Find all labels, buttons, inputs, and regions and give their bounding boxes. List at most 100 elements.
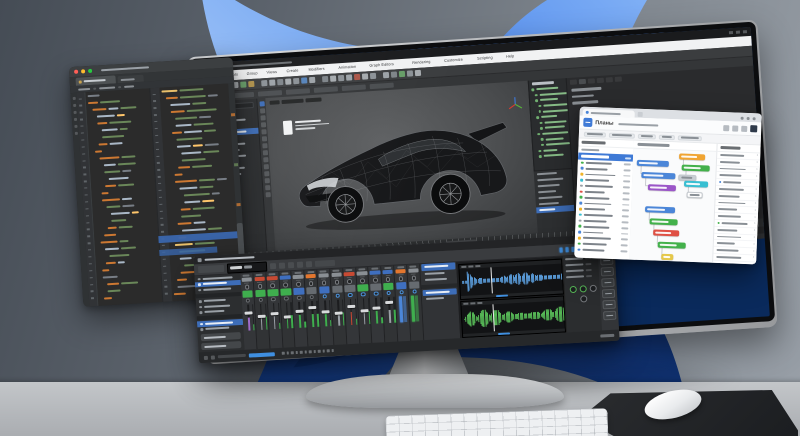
- fader-zone[interactable]: [319, 299, 332, 328]
- pan-knob[interactable]: [360, 278, 365, 284]
- fader-zone[interactable]: [383, 296, 396, 325]
- fader-zone[interactable]: [370, 297, 384, 326]
- tool-strip-icon[interactable]: [264, 178, 270, 184]
- flow-node-green[interactable]: [681, 164, 710, 172]
- gutter-icon[interactable]: [73, 124, 78, 129]
- command-tab[interactable]: [614, 76, 622, 82]
- track-pad[interactable]: [344, 284, 356, 293]
- filter-chip[interactable]: [608, 132, 635, 139]
- monitor-knob[interactable]: [569, 285, 577, 294]
- stop-button[interactable]: [278, 262, 286, 269]
- gutter-icon[interactable]: [74, 131, 78, 136]
- viewport-3d[interactable]: [265, 80, 538, 251]
- toolbar-icon[interactable]: [337, 74, 345, 82]
- viewport-label-chip[interactable]: [269, 100, 280, 105]
- flow-node-blue[interactable]: [636, 159, 669, 168]
- viewport-label-chip[interactable]: [281, 98, 304, 105]
- track-pad[interactable]: [408, 280, 420, 289]
- refresh-icon[interactable]: [741, 125, 748, 132]
- window-control-button[interactable]: [742, 30, 748, 34]
- window-control-button[interactable]: [728, 31, 734, 35]
- tool-strip-icon[interactable]: [259, 101, 265, 107]
- waveform[interactable]: [461, 301, 567, 333]
- wave-scroll-thumb[interactable]: [495, 294, 508, 297]
- fader-zone[interactable]: [281, 301, 294, 330]
- flow-node-blue[interactable]: [644, 206, 676, 214]
- toolbar-icon[interactable]: [269, 79, 276, 86]
- toolbar-icon[interactable]: [345, 74, 353, 81]
- window-control-button[interactable]: [735, 30, 741, 34]
- flow-node-purple[interactable]: [647, 184, 677, 192]
- fader-cap[interactable]: [308, 306, 317, 310]
- menu-item[interactable]: Modifiers: [309, 67, 325, 72]
- toolbar-icon[interactable]: [390, 71, 398, 78]
- fader-cap[interactable]: [295, 309, 304, 314]
- send-knob[interactable]: [412, 289, 417, 294]
- gear-icon[interactable]: [732, 124, 739, 132]
- side-button[interactable]: [600, 266, 615, 277]
- explorer-row[interactable]: [534, 152, 572, 160]
- fader-zone[interactable]: [242, 303, 255, 332]
- pan-knob[interactable]: [334, 279, 340, 285]
- pan-knob[interactable]: [321, 280, 327, 286]
- send-knob[interactable]: [360, 291, 366, 297]
- clip-slot[interactable]: [305, 273, 317, 279]
- filter-chip[interactable]: [677, 134, 702, 141]
- window-control-dot[interactable]: [740, 116, 744, 120]
- monitor-knob[interactable]: [589, 284, 597, 293]
- gutter-icon[interactable]: [72, 103, 76, 108]
- pan-knob[interactable]: [372, 277, 378, 283]
- menu-item[interactable]: Scripting: [477, 56, 493, 61]
- menu-item[interactable]: Graph Editors: [369, 63, 394, 68]
- tool-strip-icon[interactable]: [265, 192, 271, 198]
- avatar[interactable]: [750, 125, 758, 133]
- tool-strip-icon[interactable]: [263, 171, 269, 177]
- tool-strip-icon[interactable]: [259, 108, 265, 114]
- command-tab[interactable]: [578, 78, 587, 85]
- toolbar-icon[interactable]: [361, 73, 369, 80]
- clip-slot[interactable]: [408, 267, 419, 273]
- tool-strip-icon[interactable]: [261, 143, 268, 149]
- track-pad[interactable]: [357, 283, 369, 292]
- waveform-display-bottom[interactable]: [460, 295, 567, 339]
- track-pad[interactable]: [293, 287, 305, 295]
- flow-node-cyan[interactable]: [683, 180, 709, 188]
- mini-row[interactable]: [564, 273, 600, 281]
- send-knob[interactable]: [373, 291, 379, 296]
- new-tab-button[interactable]: [637, 111, 643, 117]
- flow-node-orange[interactable]: [679, 153, 706, 161]
- toolbar-icon[interactable]: [285, 78, 292, 85]
- side-button[interactable]: [601, 277, 615, 288]
- send-knob[interactable]: [309, 294, 315, 300]
- menu-item[interactable]: Help: [505, 55, 513, 59]
- wave-scroll-thumb[interactable]: [497, 331, 510, 335]
- fader-zone[interactable]: [268, 302, 281, 331]
- toolbar-icon[interactable]: [277, 78, 284, 86]
- toolbar-icon[interactable]: [321, 75, 329, 83]
- fader-zone[interactable]: [306, 300, 319, 329]
- flow-node-green[interactable]: [657, 241, 686, 249]
- fader-cap[interactable]: [372, 306, 381, 311]
- selection-row[interactable]: [423, 294, 457, 302]
- menu-item[interactable]: Customize: [444, 58, 463, 63]
- clip-slot[interactable]: [369, 269, 381, 275]
- flow-node-red[interactable]: [653, 229, 680, 237]
- toolbar-icon[interactable]: [248, 80, 255, 88]
- clip-slot[interactable]: [292, 274, 304, 279]
- filter-chip[interactable]: [658, 134, 675, 140]
- toolbar-icon[interactable]: [261, 79, 268, 87]
- fader-zone[interactable]: [332, 299, 345, 328]
- ribbon-chip[interactable]: [313, 86, 339, 93]
- menu-item[interactable]: Group: [246, 72, 257, 76]
- browser-button[interactable]: [201, 341, 242, 351]
- ribbon-chip[interactable]: [341, 84, 366, 92]
- window-control-dot[interactable]: [746, 116, 750, 121]
- tool-strip-icon[interactable]: [264, 185, 270, 191]
- fader-cap[interactable]: [321, 310, 330, 314]
- window-control-dot[interactable]: [752, 117, 756, 121]
- play-button[interactable]: [287, 261, 295, 268]
- zoom-icon[interactable]: [87, 68, 93, 74]
- side-button[interactable]: [601, 288, 616, 299]
- menu-item[interactable]: Views: [267, 70, 278, 74]
- pan-knob[interactable]: [296, 281, 301, 287]
